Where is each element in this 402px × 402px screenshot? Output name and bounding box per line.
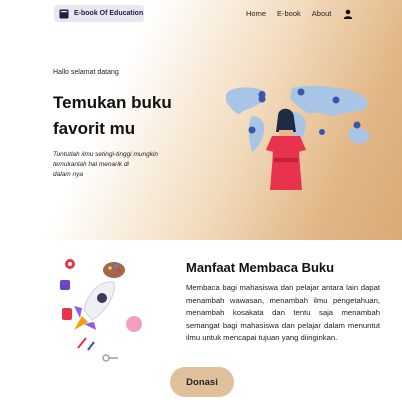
nav-link-home[interactable]: Home [246,9,266,18]
brand-name: E-book Of Education [74,10,144,17]
user-icon[interactable] [343,9,353,19]
palette-icon [103,262,125,278]
nav-link-about[interactable]: About [312,9,332,18]
book-icon [59,9,69,18]
navbar: E-book Of Education Home E-book About [0,0,402,30]
donate-button[interactable]: Donasi [170,367,234,397]
brand-logo[interactable]: E-book Of Education [54,5,144,22]
headline-line-2: favorit mu [53,119,136,138]
rocket-icon [74,281,115,330]
hero-subtext: Tuntutlah ilmu setingi-tinggi mungkin te… [53,150,193,180]
calculator-icon [62,308,72,320]
hero-section: E-book Of Education Home E-book About Ha… [0,0,402,240]
nav-link-ebook[interactable]: E-book [277,9,301,18]
location-pin-icon [65,259,75,269]
hero-headline: Temukan buku favorit mu [53,90,223,142]
greeting-text: Hallo selamat datang [53,69,119,76]
rocket-illustration [60,259,142,362]
key-icon [102,354,110,362]
subtext-line-1: Tuntutlah ilmu setingi-tinggi mungkin [53,151,159,158]
woman-world-map-illustration [226,85,370,190]
nav-menu: Home E-book About [246,9,342,18]
book-stack-icon [60,280,70,290]
subtext-line-3: dalam nya [53,171,83,178]
headline-line-1: Temukan buku [53,93,172,112]
benefit-body: Membaca bagi mahasiswa dan pelajar antar… [186,283,380,342]
wrench-icon [77,337,87,349]
lightbulb-icon [126,316,142,332]
subtext-line-2: temukanlah hal menarik di [53,161,129,168]
screwdriver-icon [87,341,95,351]
benefit-title: Manfaat Membaca Buku [186,260,335,275]
